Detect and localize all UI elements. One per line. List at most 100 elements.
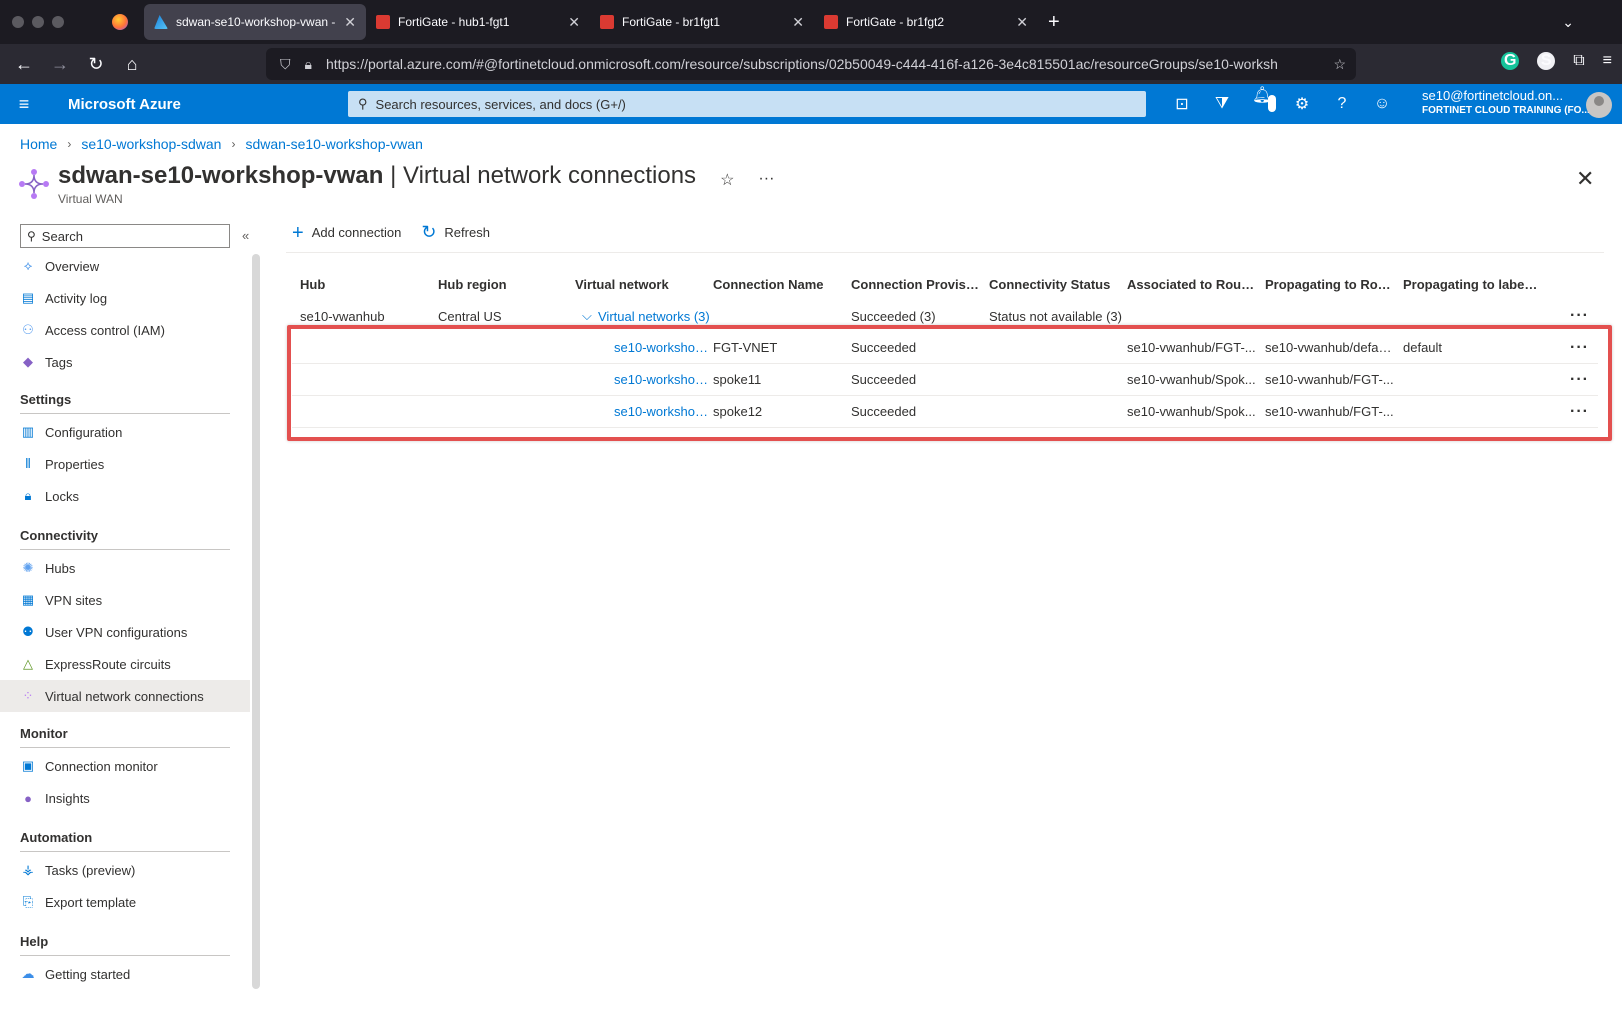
plus-icon: + (292, 221, 304, 244)
column-header[interactable]: Connection Provisio... (851, 277, 981, 292)
grammarly-icon[interactable]: G (1501, 52, 1520, 70)
sidebar-item-insights[interactable]: ● Insights (0, 782, 250, 814)
url-bar[interactable]: ⛉ 🔒︎ https://portal.azure.com/#@fortinet… (266, 48, 1356, 80)
column-header[interactable]: Hub region (438, 277, 568, 292)
azure-brand[interactable]: Microsoft Azure (68, 96, 181, 113)
notifications-icon[interactable]: 🔔︎5 (1252, 85, 1277, 123)
column-header[interactable]: Virtual network (575, 277, 705, 292)
column-header[interactable]: Associated to Route... (1127, 277, 1257, 292)
sidebar-item-iam[interactable]: ⚇ Access control (IAM) (0, 314, 250, 346)
chevron-down-icon[interactable]: ⌵ (582, 308, 594, 324)
url-text[interactable]: https://portal.azure.com/#@fortinetcloud… (326, 56, 1323, 72)
menu-scrollbar[interactable] (252, 254, 260, 989)
account-info[interactable]: se10@fortinetcloud.on... FORTINET CLOUD … (1422, 88, 1590, 116)
cloud-shell-icon[interactable]: ⊡ (1172, 94, 1192, 114)
title-resource: sdwan-se10-workshop-vwan (58, 162, 384, 189)
breadcrumb: Home › se10-workshop-sdwan › sdwan-se10-… (20, 136, 423, 152)
close-window-button[interactable] (12, 16, 24, 28)
sidebar-item-vnet-connections[interactable]: ⁘ Virtual network connections (0, 680, 250, 712)
sidebar-item-connection-monitor[interactable]: ▣ Connection monitor (0, 750, 250, 782)
sidebar-group-settings: Settings (20, 392, 230, 414)
breadcrumb-vwan[interactable]: sdwan-se10-workshop-vwan (245, 136, 422, 152)
menu-search-input[interactable]: ⚲ Search (20, 224, 230, 248)
favorite-star-icon[interactable]: ☆ (720, 170, 734, 190)
column-header[interactable]: Connection Name (713, 277, 843, 292)
extensions-puzzle-icon[interactable]: ⧉ (1573, 52, 1584, 70)
annotation-highlight-box (287, 325, 1612, 441)
row-more-icon[interactable]: ··· (1570, 307, 1589, 325)
refresh-button[interactable]: ↻ Refresh (421, 222, 490, 243)
lock-icon[interactable]: 🔒︎ (305, 56, 312, 73)
close-tab-icon[interactable]: ✕ (568, 14, 580, 31)
activity-log-icon: ▤ (21, 290, 35, 305)
virtual-wan-icon (19, 169, 49, 199)
extension-s-icon[interactable]: S (1537, 52, 1556, 70)
directory-filter-icon[interactable]: ⧩ (1212, 95, 1232, 113)
global-search-input[interactable]: ⚲ Search resources, services, and docs (… (348, 91, 1146, 117)
sidebar-item-label: Access control (IAM) (45, 322, 165, 338)
vnet-group-toggle[interactable]: Virtual networks (3) (598, 309, 728, 324)
sidebar-item-hubs[interactable]: ✺ Hubs (0, 552, 250, 584)
new-tab-icon[interactable]: + (1048, 11, 1060, 34)
browser-tab-bar: sdwan-se10-workshop-vwan - M ✕ FortiGate… (0, 0, 1622, 44)
tasks-icon: ⚶ (22, 862, 34, 877)
feedback-icon[interactable]: ☺ (1372, 95, 1392, 113)
browser-tab[interactable]: FortiGate - br1fgt1 ✕ (590, 4, 814, 40)
minimize-window-button[interactable] (32, 16, 44, 28)
sidebar-item-user-vpn[interactable]: ⚉ User VPN configurations (0, 616, 250, 648)
avatar[interactable] (1586, 92, 1612, 118)
sidebar-item-label: Export template (45, 894, 137, 910)
browser-tab[interactable]: FortiGate - br1fgt2 ✕ (814, 4, 1038, 40)
more-options-icon[interactable]: ··· (758, 170, 774, 190)
firefox-icon[interactable] (112, 14, 128, 30)
browser-nav-bar: ← → ↻ ⌂ ⛉ 🔒︎ https://portal.azure.com/#@… (0, 44, 1622, 84)
window-controls (12, 16, 64, 28)
home-icon[interactable]: ⌂ (114, 54, 150, 75)
cell-status: Status not available (3) (989, 308, 1122, 324)
properties-icon: ⦀ (25, 456, 31, 471)
sidebar-item-overview[interactable]: ⟡ Overview (0, 250, 250, 282)
sidebar-item-activity-log[interactable]: ▤ Activity log (0, 282, 250, 314)
close-tab-icon[interactable]: ✕ (1016, 14, 1028, 31)
sidebar-item-configuration[interactable]: ▥ Configuration (0, 416, 250, 448)
close-tab-icon[interactable]: ✕ (344, 14, 356, 31)
sidebar-item-expressroute[interactable]: △ ExpressRoute circuits (0, 648, 250, 680)
breadcrumb-resource-group[interactable]: se10-workshop-sdwan (81, 136, 221, 152)
browser-tab[interactable]: FortiGate - hub1-fgt1 ✕ (366, 4, 590, 40)
add-connection-button[interactable]: + Add connection (292, 221, 401, 244)
notifications-badge: 5 (1267, 95, 1277, 112)
breadcrumb-home[interactable]: Home (20, 136, 57, 152)
column-header[interactable]: Connectivity Status (989, 277, 1119, 292)
close-blade-icon[interactable]: ✕ (1576, 166, 1594, 192)
maximize-window-button[interactable] (52, 16, 64, 28)
browser-tab[interactable]: sdwan-se10-workshop-vwan - M ✕ (144, 4, 366, 40)
column-header[interactable]: Propagating to Rou... (1265, 277, 1395, 292)
sidebar-item-label: VPN sites (45, 592, 103, 608)
menu-icon[interactable]: ≡ (1603, 52, 1612, 70)
menu-search-placeholder: Search (41, 228, 83, 244)
back-icon[interactable]: ← (6, 54, 42, 75)
portal-menu-icon[interactable]: ≡ (0, 94, 48, 115)
column-header[interactable]: Propagating to label... (1403, 277, 1538, 292)
fortigate-icon (600, 15, 614, 29)
sidebar-group-help: Help (20, 934, 230, 956)
forward-icon[interactable]: → (42, 54, 78, 75)
sidebar-item-getting-started[interactable]: ☁ Getting started (0, 958, 250, 990)
bookmark-star-icon[interactable]: ☆ (1333, 56, 1346, 73)
chevron-right-icon: › (67, 137, 72, 151)
sidebar-item-export-template[interactable]: ⎘ Export template (0, 886, 250, 918)
close-tab-icon[interactable]: ✕ (792, 14, 804, 31)
help-icon[interactable]: ? (1332, 95, 1352, 113)
collapse-menu-icon[interactable]: « (242, 228, 249, 243)
sidebar-item-tasks[interactable]: ⚶ Tasks (preview) (0, 854, 250, 886)
column-header[interactable]: Hub (300, 277, 430, 292)
sidebar-item-properties[interactable]: ⦀ Properties (0, 448, 250, 480)
chevron-down-icon[interactable]: ⌄ (1562, 14, 1574, 31)
settings-gear-icon[interactable]: ⚙ (1292, 94, 1312, 114)
azure-header: ≡ Microsoft Azure ⚲ Search resources, se… (0, 84, 1622, 124)
sidebar-item-vpn-sites[interactable]: ▦ VPN sites (0, 584, 250, 616)
sidebar-item-tags[interactable]: ◆ Tags (0, 346, 250, 378)
sidebar-item-locks[interactable]: 🔒︎ Locks (0, 480, 250, 512)
shield-icon[interactable]: ⛉ (280, 56, 291, 73)
reload-icon[interactable]: ↻ (78, 54, 114, 75)
